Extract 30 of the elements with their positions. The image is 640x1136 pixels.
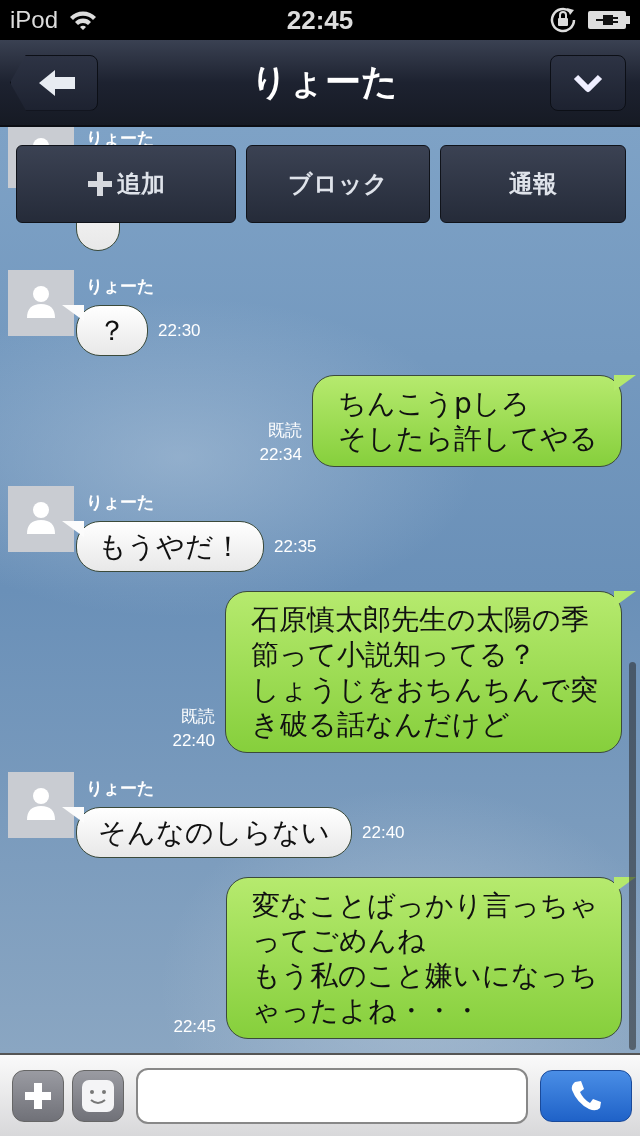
status-time: 22:45 (285, 4, 355, 36)
message-line: そしたら許してやる (338, 421, 598, 456)
message-line: ちんこうpしろ (338, 386, 531, 421)
message-line: しょうじをおちんちんで突 (251, 672, 598, 707)
message-time: 22:34 (259, 444, 302, 466)
message-line: ゃったよね・・・ (252, 993, 482, 1028)
action-button[interactable]: 追加 (16, 145, 236, 223)
carrier-name: iPod (10, 6, 59, 34)
read-receipt: 既読 (268, 420, 302, 442)
message-line: 変なことばっかり言っちゃ (252, 888, 598, 923)
message-line: そんなのしらない (98, 815, 330, 850)
read-receipt: 既読 (181, 706, 215, 728)
message-time: 22:45 (173, 1016, 216, 1038)
sender-name: りょーた (86, 493, 155, 511)
sender-name: りょーた (86, 779, 155, 797)
message-line: もう私のこと嫌いになっち (252, 958, 598, 993)
message-line: 節って小説知ってる？ (251, 637, 537, 672)
message-time: 22:35 (274, 535, 317, 558)
message-line: ？ (98, 313, 126, 348)
message-time: 22:30 (158, 319, 201, 342)
message-line: もうやだ！ (98, 529, 242, 564)
action-button[interactable]: 通報 (440, 145, 626, 223)
sender-name: りょーた (86, 277, 155, 295)
message-line: ってごめんね (252, 923, 427, 958)
chat-title: りょーた (249, 60, 399, 104)
message-time: 22:40 (172, 730, 215, 752)
message-time: 22:40 (362, 821, 405, 844)
message-line: 石原慎太郎先生の太陽の季 (251, 602, 590, 637)
action-button[interactable]: ブロック (246, 145, 430, 223)
message-line: き破る話なんだけど (251, 707, 511, 742)
